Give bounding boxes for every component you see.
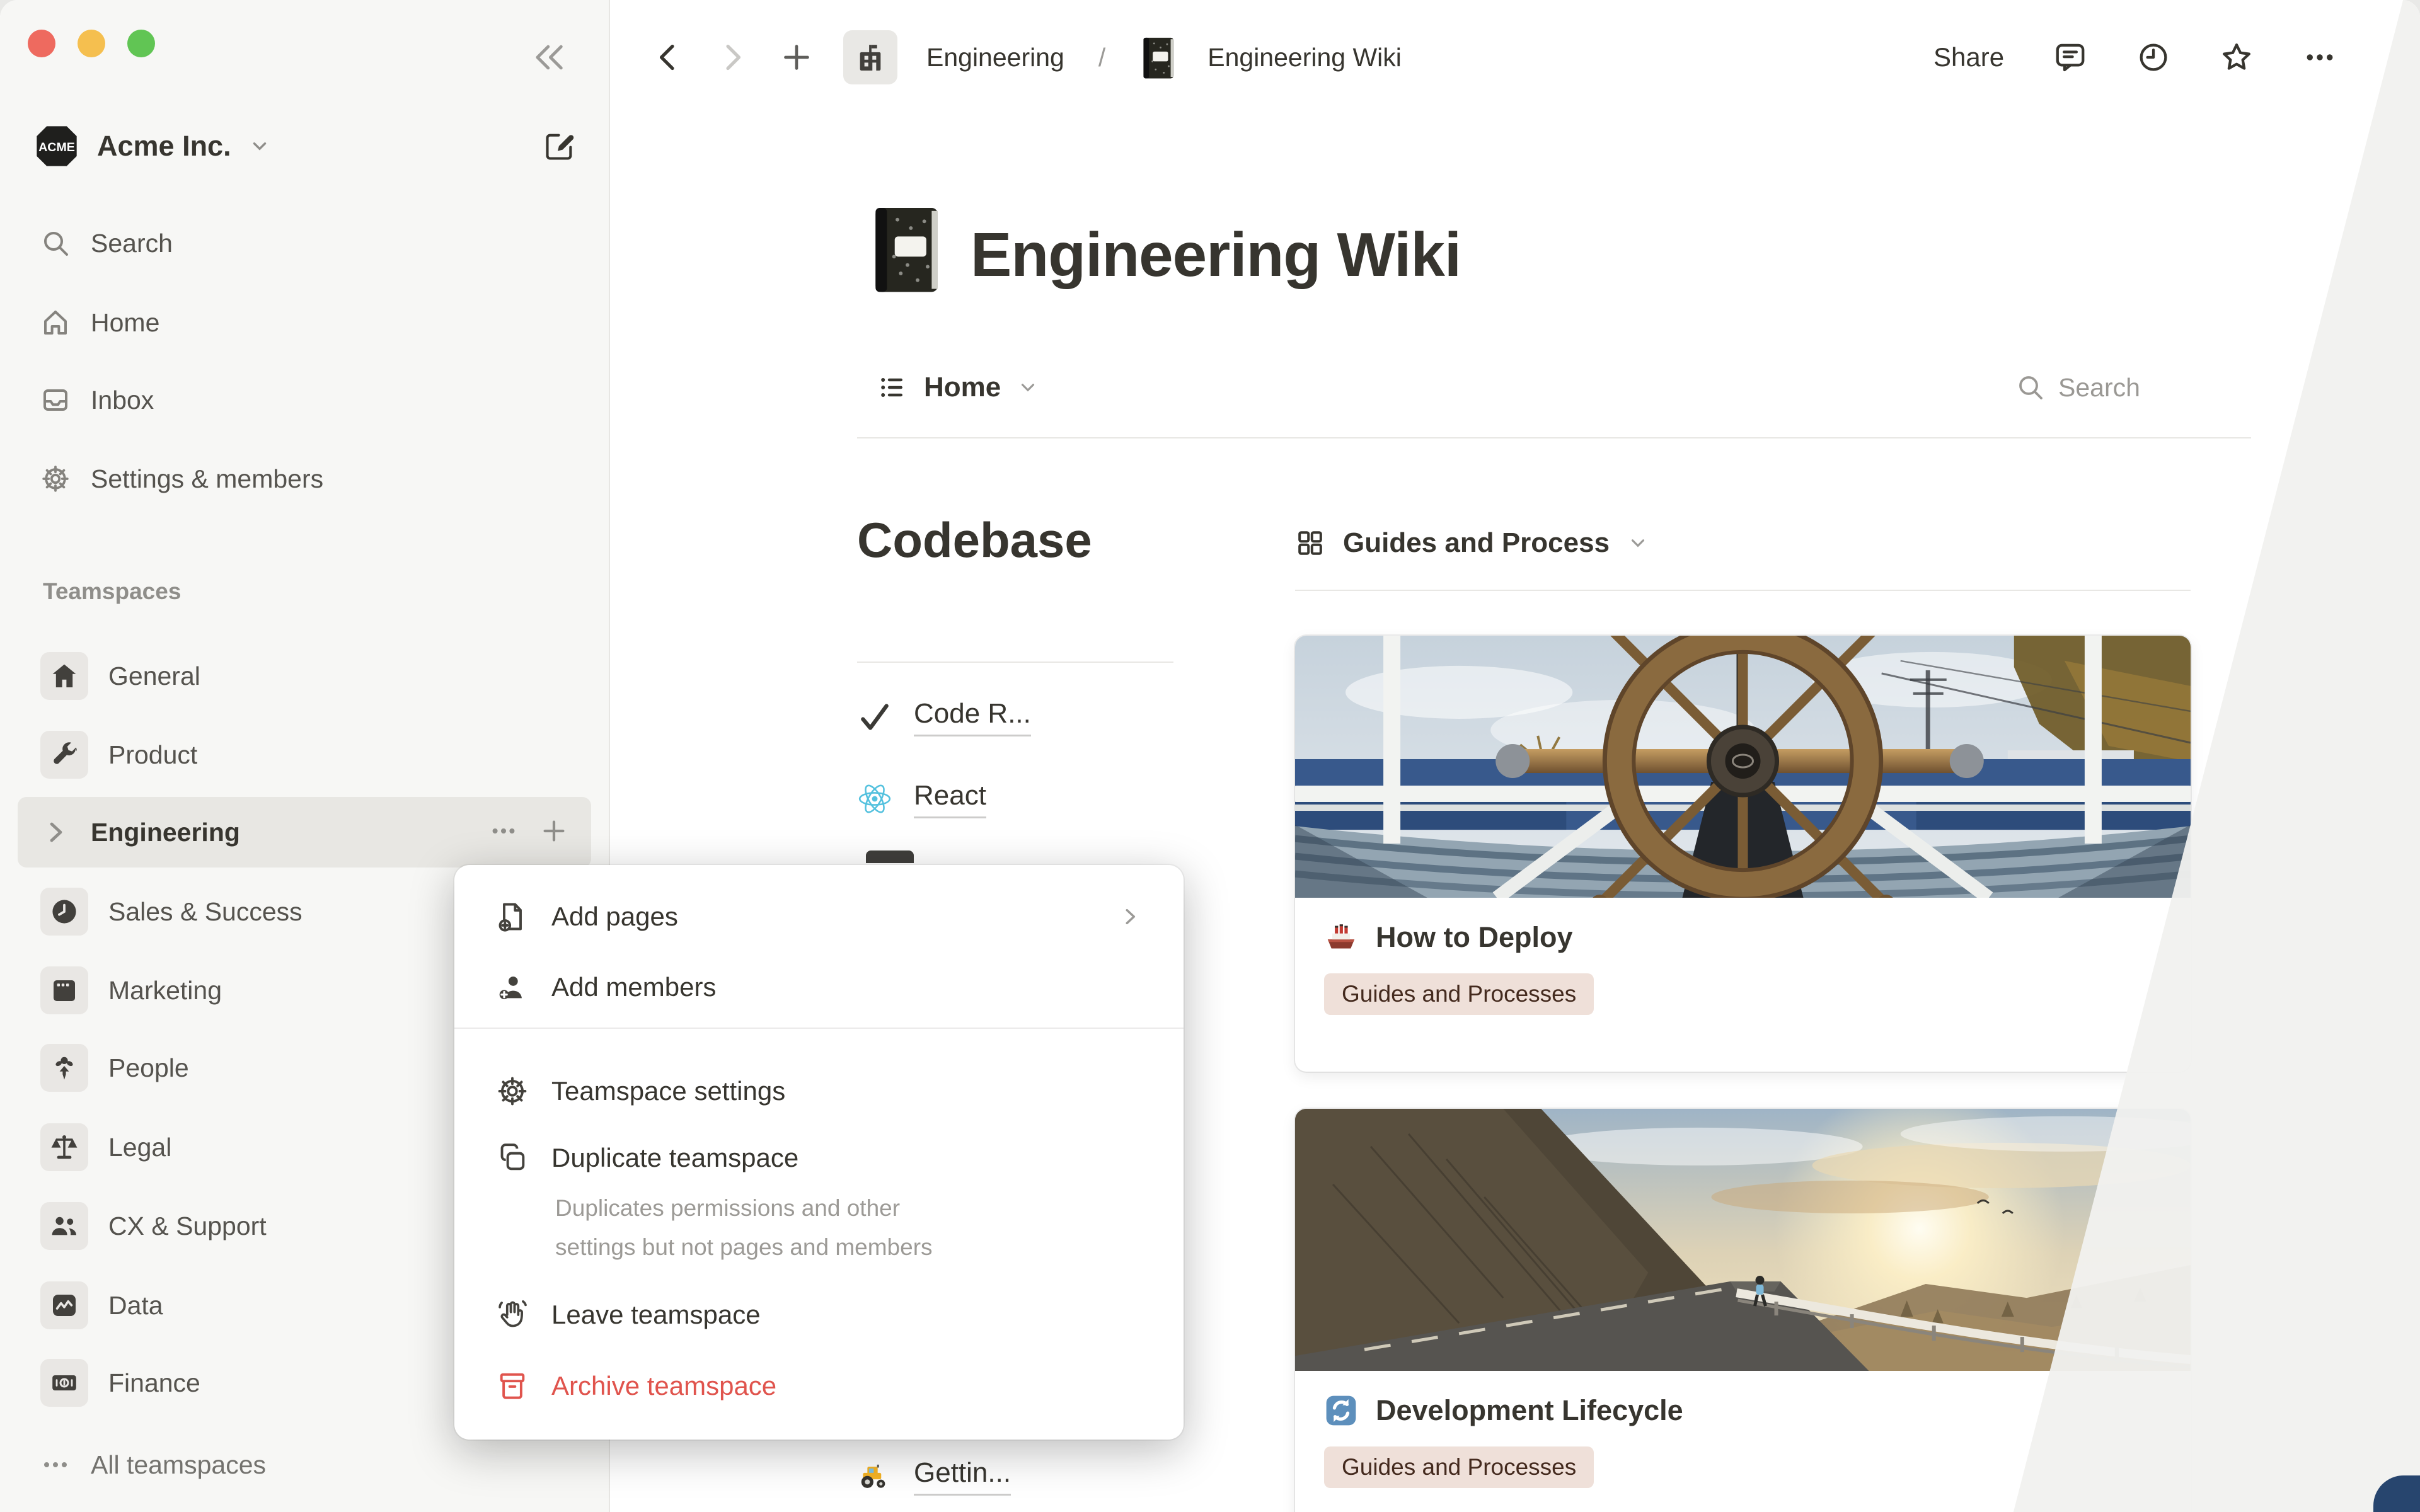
window-minimize-button[interactable] bbox=[78, 30, 105, 57]
breadcrumb-separator: / bbox=[1098, 43, 1105, 72]
more-options-icon[interactable] bbox=[489, 816, 518, 849]
add-page-icon bbox=[496, 900, 529, 933]
menu-divider bbox=[454, 1028, 1184, 1029]
window-zoom-button[interactable] bbox=[127, 30, 155, 57]
cycle-emoji-icon bbox=[1324, 1394, 1358, 1428]
divider bbox=[857, 437, 2251, 438]
sidebar-item-settings[interactable]: Settings & members bbox=[18, 444, 591, 514]
chevron-down-icon bbox=[1627, 532, 1649, 554]
search-icon bbox=[40, 228, 71, 258]
chevron-right-icon bbox=[1118, 905, 1142, 929]
breadcrumb-teamspace[interactable]: Engineering bbox=[926, 43, 1064, 72]
topbar-left: Engineering / Engineering Wiki bbox=[650, 23, 1402, 92]
view-search[interactable]: Search bbox=[2015, 353, 2140, 422]
guides-view-header[interactable]: Guides and Process bbox=[1295, 512, 1649, 575]
menu-item-description: Duplicates permissions and other setting… bbox=[555, 1189, 984, 1267]
menu-item-leave-teamspace[interactable]: Leave teamspace bbox=[477, 1282, 1161, 1348]
add-page-plus-icon[interactable] bbox=[539, 816, 568, 849]
divider bbox=[1295, 590, 2191, 591]
flower-icon bbox=[40, 1044, 88, 1092]
svg-text:ACME: ACME bbox=[38, 140, 75, 154]
favorite-star-icon[interactable] bbox=[2220, 40, 2254, 74]
archive-box-icon bbox=[496, 1370, 529, 1402]
wrench-icon bbox=[40, 731, 88, 779]
sidebar-item-engineering[interactable]: Engineering bbox=[18, 797, 591, 868]
tractor-emoji-icon bbox=[857, 1458, 892, 1494]
tag-guides-and-processes: Guides and Processes bbox=[1324, 973, 1594, 1015]
page-title: Engineering Wiki bbox=[971, 219, 1461, 290]
sidebar-item-all-teamspaces[interactable]: All teamspaces bbox=[18, 1429, 591, 1500]
banknote-icon bbox=[40, 1359, 88, 1407]
search-icon bbox=[2015, 372, 2046, 403]
gallery-card-development-lifecycle[interactable]: Development Lifecycle Guides and Process… bbox=[1295, 1109, 2191, 1512]
gear-icon bbox=[496, 1075, 529, 1108]
ship-emoji-icon bbox=[1324, 920, 1358, 954]
home-icon bbox=[40, 307, 71, 338]
ellipsis-icon bbox=[40, 1450, 71, 1480]
divider bbox=[857, 662, 1173, 663]
workspace-name: Acme Inc. bbox=[97, 130, 231, 163]
topbar-right: Share bbox=[1933, 23, 2337, 92]
teamspace-building-icon[interactable] bbox=[843, 30, 897, 84]
sidebar-item-general[interactable]: General bbox=[18, 641, 591, 711]
chevron-down-icon bbox=[1017, 377, 1039, 398]
notebook-page-icon bbox=[1139, 35, 1178, 79]
menu-item-duplicate-teamspace[interactable]: Duplicate teamspace bbox=[477, 1125, 1161, 1191]
forward-icon[interactable] bbox=[715, 40, 750, 75]
new-page-icon[interactable] bbox=[779, 40, 814, 75]
card-cover-ship-wheel-photo bbox=[1295, 636, 2191, 898]
menu-item-teamspace-settings[interactable]: Teamspace settings bbox=[477, 1058, 1161, 1124]
duplicate-icon bbox=[496, 1142, 529, 1174]
menu-item-add-members[interactable]: Add members bbox=[477, 954, 1161, 1020]
window-close-button[interactable] bbox=[28, 30, 55, 57]
hidden-page-link-icon bbox=[866, 850, 914, 863]
chart-icon bbox=[40, 1281, 88, 1329]
page-link-getting-started[interactable]: Gettin... bbox=[857, 1443, 1011, 1509]
chevron-down-icon bbox=[249, 135, 270, 157]
gear-icon bbox=[40, 464, 71, 494]
people-icon bbox=[40, 1202, 88, 1250]
list-view-icon bbox=[877, 372, 908, 403]
tag-guides-and-processes: Guides and Processes bbox=[1324, 1446, 1594, 1488]
gallery-grid-icon bbox=[1295, 528, 1325, 558]
teamspaces-section-label: Teamspaces bbox=[43, 578, 181, 605]
check-mark-icon bbox=[857, 699, 892, 735]
page-link-code-reviews[interactable]: Code R... bbox=[857, 684, 1031, 750]
page-link-react[interactable]: React bbox=[857, 765, 986, 832]
back-icon[interactable] bbox=[650, 40, 686, 75]
page-notebook-icon[interactable] bbox=[867, 203, 948, 296]
sidebar-collapse-icon[interactable] bbox=[531, 39, 567, 76]
waving-hand-icon bbox=[496, 1298, 529, 1331]
more-options-icon[interactable] bbox=[2303, 40, 2337, 74]
app-window: ACME Acme Inc. Search Home Inbox Setting… bbox=[0, 0, 2420, 1512]
menu-item-archive-teamspace[interactable]: Archive teamspace bbox=[477, 1353, 1161, 1419]
clock-icon bbox=[40, 888, 88, 936]
workspace-switcher[interactable]: ACME Acme Inc. bbox=[33, 120, 576, 173]
teamspace-context-menu: Add pages Add members Teamspace settings… bbox=[454, 865, 1184, 1440]
sidebar-item-inbox[interactable]: Inbox bbox=[18, 365, 591, 435]
inbox-icon bbox=[40, 385, 71, 415]
scales-icon bbox=[40, 1123, 88, 1171]
react-atom-icon bbox=[857, 781, 892, 816]
history-clock-icon[interactable] bbox=[2136, 40, 2170, 74]
chevron-right-toggle-icon[interactable] bbox=[40, 817, 71, 847]
card-cover-mountain-road-photo bbox=[1295, 1109, 2191, 1371]
new-page-compose-icon[interactable] bbox=[543, 130, 576, 163]
gallery-card-how-to-deploy[interactable]: How to Deploy Guides and Processes bbox=[1295, 636, 2191, 1072]
comments-icon[interactable] bbox=[2053, 40, 2087, 74]
breadcrumb-page[interactable]: Engineering Wiki bbox=[1207, 43, 1402, 72]
sidebar-item-product[interactable]: Product bbox=[18, 719, 591, 790]
menu-item-add-pages[interactable]: Add pages bbox=[477, 884, 1161, 949]
house-icon bbox=[40, 652, 88, 700]
workspace-logo: ACME bbox=[33, 122, 81, 170]
add-member-icon bbox=[496, 971, 529, 1004]
codebase-heading: Codebase bbox=[857, 512, 1092, 569]
view-tab-home[interactable]: Home bbox=[877, 353, 1039, 422]
sidebar-item-search[interactable]: Search bbox=[18, 208, 591, 278]
sidebar-item-home[interactable]: Home bbox=[18, 287, 591, 358]
share-button[interactable]: Share bbox=[1933, 42, 2004, 72]
calendar-icon bbox=[40, 966, 88, 1014]
